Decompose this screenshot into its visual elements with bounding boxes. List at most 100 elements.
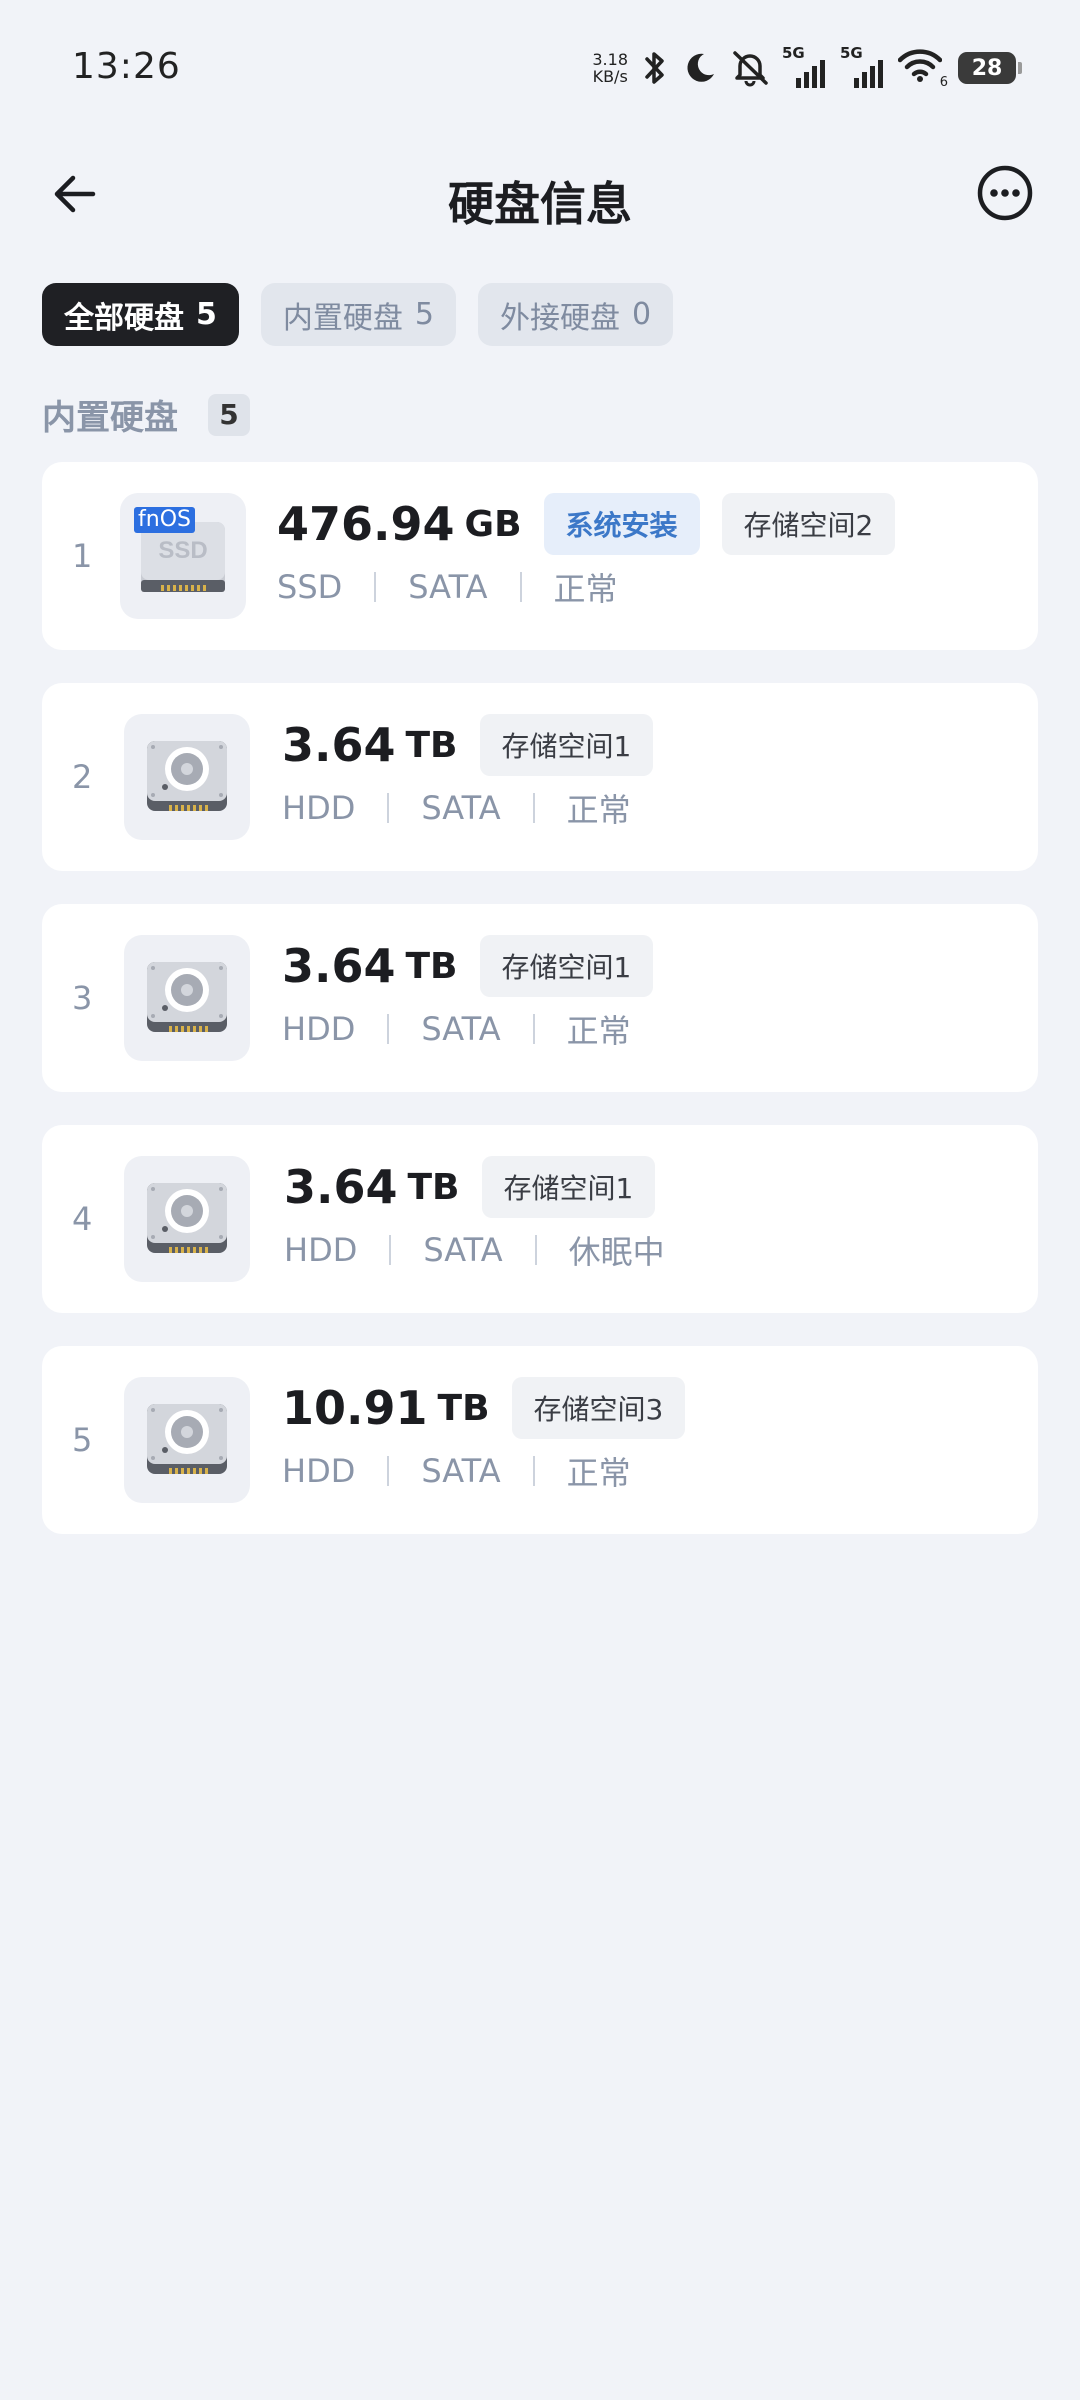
cellular-signal-2-icon: 5G	[840, 44, 886, 88]
status-bar: 13:26 3.18 KB/s 5G 5G 6 28	[0, 0, 1080, 140]
disk-type: HDD	[282, 789, 356, 827]
disk-info: 10.91 TB 存储空间3 HDD SATA 正常	[282, 1376, 707, 1494]
storage-pool-badge: 存储空间1	[479, 935, 654, 997]
divider	[532, 1456, 535, 1486]
network-speed-unit: KB/s	[592, 67, 628, 86]
disk-meta-row: HDD SATA 正常	[282, 785, 675, 831]
fnos-tag: fnOS	[134, 507, 195, 533]
disk-capacity-unit: TB	[407, 1166, 460, 1208]
disk-index: 5	[72, 1421, 93, 1459]
ssd-icon: SSD fnOS	[120, 493, 246, 619]
storage-pool-badge: 存储空间1	[479, 714, 654, 776]
disk-status: 正常	[566, 791, 631, 829]
divider	[387, 1456, 390, 1486]
cellular-signal-1-icon: 5G	[782, 44, 828, 88]
disk-card[interactable]: 5 10.91 TB 存储空间3 HDD SATA 正常	[42, 1346, 1038, 1534]
disk-info: 3.64 TB 存储空间1 HDD SATA 正常	[282, 934, 675, 1052]
disk-meta-row: HDD SATA 正常	[282, 1448, 707, 1494]
disk-interface: SATA	[421, 789, 501, 827]
disk-info: 3.64 TB 存储空间1 HDD SATA 休眠中	[284, 1155, 677, 1273]
network-speed: 3.18 KB/s	[592, 51, 628, 85]
disk-info: 476.94 GB 系统安装 存储空间2 SSD SATA 正常	[277, 492, 917, 610]
divider	[387, 1014, 390, 1044]
disk-status: 休眠中	[568, 1233, 665, 1271]
disk-capacity: 3.64	[282, 718, 396, 772]
section-count-badge: 5	[208, 393, 250, 436]
disk-card[interactable]: 2 3.64 TB 存储空间1 HDD SATA 正常	[42, 683, 1038, 871]
tab-label: 外接硬盘	[499, 300, 620, 336]
disk-status: 正常	[566, 1454, 631, 1492]
disk-capacity: 476.94	[277, 497, 455, 551]
capacity-row: 476.94 GB 系统安装 存储空间2	[277, 492, 917, 556]
disk-card[interactable]: 3 3.64 TB 存储空间1 HDD SATA 正常	[42, 904, 1038, 1092]
disk-capacity: 10.91	[282, 1381, 428, 1435]
capacity-row: 10.91 TB 存储空间3	[282, 1376, 707, 1440]
tab-label: 内置硬盘	[282, 300, 403, 336]
hdd-icon	[124, 714, 250, 840]
divider	[374, 572, 377, 602]
more-button[interactable]	[974, 164, 1036, 226]
tab-all-disks[interactable]: 全部硬盘 5	[42, 283, 239, 346]
disk-index: 1	[72, 537, 93, 575]
disk-capacity-unit: TB	[437, 1387, 490, 1429]
network-speed-value: 3.18	[592, 50, 628, 69]
disk-capacity-unit: GB	[464, 503, 522, 545]
page-title: 硬盘信息	[448, 177, 632, 231]
hdd-icon	[124, 935, 250, 1061]
header: 硬盘信息	[0, 150, 1080, 240]
tab-count: 5	[196, 297, 217, 332]
divider	[534, 1235, 537, 1265]
disk-status: 正常	[566, 1012, 631, 1050]
disk-capacity-unit: TB	[405, 945, 458, 987]
capacity-row: 3.64 TB 存储空间1	[282, 713, 675, 777]
disk-type: HDD	[282, 1010, 356, 1048]
capacity-row: 3.64 TB 存储空间1	[282, 934, 675, 998]
disk-capacity-unit: TB	[405, 724, 458, 766]
storage-pool-badge: 存储空间1	[481, 1156, 656, 1218]
disk-info: 3.64 TB 存储空间1 HDD SATA 正常	[282, 713, 675, 831]
status-time: 13:26	[72, 46, 181, 87]
system-install-badge: 系统安装	[543, 493, 700, 555]
storage-pool-badge: 存储空间3	[511, 1377, 686, 1439]
hdd-icon	[124, 1377, 250, 1503]
divider	[389, 1235, 392, 1265]
disk-type: SSD	[277, 568, 343, 606]
wifi-icon: 6	[898, 48, 948, 90]
divider	[532, 1014, 535, 1044]
disk-capacity: 3.64	[282, 939, 396, 993]
moon-icon	[682, 50, 718, 86]
tab-external-disks[interactable]: 外接硬盘 0	[477, 283, 674, 346]
capacity-row: 3.64 TB 存储空间1	[284, 1155, 677, 1219]
divider	[532, 793, 535, 823]
disk-index: 2	[72, 758, 93, 796]
disk-capacity: 3.64	[284, 1160, 398, 1214]
disk-list: 1 SSD fnOS 476.94 GB 系统安装 存储空间2 SSD SATA…	[42, 462, 1038, 1567]
divider	[387, 793, 390, 823]
tab-count: 5	[414, 297, 434, 332]
bell-muted-icon	[730, 49, 770, 87]
bluetooth-icon	[640, 49, 670, 87]
section-title: 内置硬盘	[42, 398, 178, 438]
battery-icon: 28	[958, 52, 1022, 84]
disk-interface: SATA	[421, 1010, 501, 1048]
disk-card[interactable]: 1 SSD fnOS 476.94 GB 系统安装 存储空间2 SSD SATA…	[42, 462, 1038, 650]
status-icons: 3.18 KB/s 5G 5G 6 28	[592, 44, 1022, 90]
disk-meta-row: HDD SATA 休眠中	[284, 1227, 677, 1273]
tab-internal-disks[interactable]: 内置硬盘 5	[260, 283, 456, 346]
disk-meta-row: SSD SATA 正常	[277, 564, 917, 610]
disk-interface: SATA	[408, 568, 488, 606]
disk-meta-row: HDD SATA 正常	[282, 1006, 675, 1052]
storage-pool-badge: 存储空间2	[721, 493, 896, 555]
disk-index: 3	[72, 979, 93, 1017]
disk-interface: SATA	[423, 1231, 503, 1269]
disk-card[interactable]: 4 3.64 TB 存储空间1 HDD SATA 休眠中	[42, 1125, 1038, 1313]
section-header: 内置硬盘 5	[42, 390, 250, 439]
filter-tabs: 全部硬盘 5 内置硬盘 5 外接硬盘 0	[42, 283, 674, 346]
disk-type: HDD	[284, 1231, 358, 1269]
more-horizontal-circle-icon	[976, 164, 1034, 226]
disk-index: 4	[72, 1200, 93, 1238]
svg-text:SSD: SSD	[158, 537, 207, 564]
tab-label: 全部硬盘	[64, 300, 184, 336]
disk-interface: SATA	[421, 1452, 501, 1490]
divider	[519, 572, 522, 602]
